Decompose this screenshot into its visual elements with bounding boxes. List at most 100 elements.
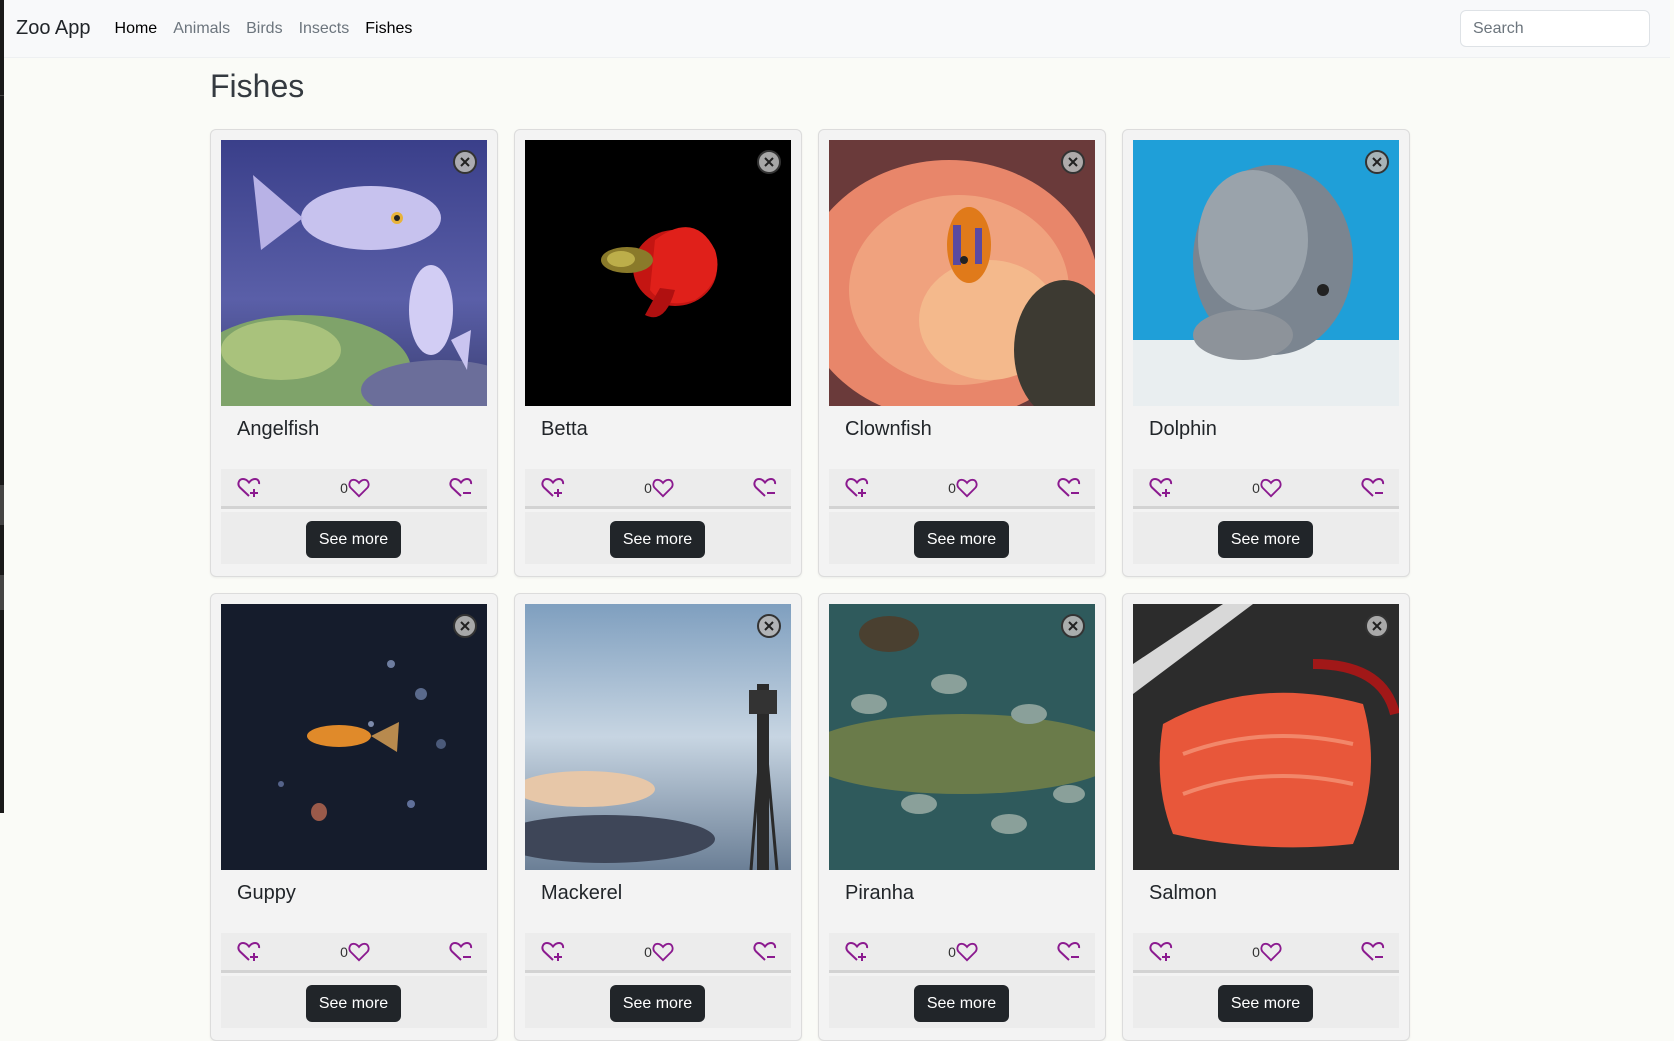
- like-remove-button[interactable]: [1057, 477, 1081, 499]
- clownfish-photo: [829, 140, 1095, 406]
- remove-card-button[interactable]: [757, 614, 781, 638]
- like-add-button[interactable]: [541, 477, 565, 499]
- heart-minus-icon: [1057, 477, 1081, 497]
- heart-plus-icon: [237, 941, 261, 961]
- like-count: 0: [644, 943, 652, 960]
- remove-card-button[interactable]: [453, 150, 477, 174]
- close-circle-icon: [1068, 621, 1078, 631]
- animal-card: Angelfish 0 See more: [210, 129, 498, 577]
- card-title: Piranha: [845, 882, 914, 904]
- like-add-button[interactable]: [541, 941, 565, 963]
- card-title: Guppy: [237, 882, 296, 904]
- see-more-button[interactable]: See more: [306, 985, 401, 1022]
- window-edge: [0, 0, 4, 813]
- animal-card: Clownfish 0 See more: [818, 129, 1106, 577]
- nav-home[interactable]: Home: [115, 20, 158, 38]
- nav-animals[interactable]: Animals: [173, 20, 230, 38]
- nav-birds[interactable]: Birds: [246, 20, 282, 38]
- animal-card: Dolphin 0 See more: [1122, 129, 1410, 577]
- remove-card-button[interactable]: [453, 614, 477, 638]
- like-counter: 0: [948, 478, 978, 498]
- like-add-button[interactable]: [237, 941, 261, 963]
- heart-plus-icon: [845, 941, 869, 961]
- close-circle-icon: [1068, 157, 1078, 167]
- like-add-button[interactable]: [1149, 941, 1173, 963]
- like-remove-button[interactable]: [449, 941, 473, 963]
- like-bar: 0: [221, 469, 487, 509]
- card-title: Angelfish: [237, 418, 320, 440]
- like-count: 0: [340, 943, 348, 960]
- remove-card-button[interactable]: [757, 150, 781, 174]
- nav-insects[interactable]: Insects: [299, 20, 350, 38]
- like-count: 0: [1252, 943, 1260, 960]
- animal-card: Salmon 0 See more: [1122, 593, 1410, 1041]
- heart-icon: [652, 942, 674, 961]
- like-bar: 0: [829, 933, 1095, 973]
- animal-card: Guppy 0 See more: [210, 593, 498, 1041]
- like-add-button[interactable]: [1149, 477, 1173, 499]
- like-bar: 0: [525, 469, 791, 509]
- piranha-photo: [829, 604, 1095, 870]
- card-footer: See more: [1133, 512, 1399, 564]
- like-bar: 0: [829, 469, 1095, 509]
- heart-icon: [1260, 478, 1282, 497]
- search-input[interactable]: [1460, 10, 1650, 47]
- like-counter: 0: [340, 478, 370, 498]
- like-remove-button[interactable]: [753, 941, 777, 963]
- like-add-button[interactable]: [845, 941, 869, 963]
- app-brand[interactable]: Zoo App: [16, 17, 91, 40]
- see-more-button[interactable]: See more: [914, 521, 1009, 558]
- animal-card: Betta 0 See more: [514, 129, 802, 577]
- guppy-photo: [221, 604, 487, 870]
- like-remove-button[interactable]: [1057, 941, 1081, 963]
- heart-minus-icon: [449, 941, 473, 961]
- remove-card-button[interactable]: [1365, 614, 1389, 638]
- like-counter: 0: [1252, 478, 1282, 498]
- remove-card-button[interactable]: [1061, 150, 1085, 174]
- like-bar: 0: [1133, 469, 1399, 509]
- like-counter: 0: [340, 942, 370, 962]
- like-bar: 0: [1133, 933, 1399, 973]
- card-footer: See more: [829, 512, 1095, 564]
- betta-photo: [525, 140, 791, 406]
- animal-card: Mackerel 0 See more: [514, 593, 802, 1041]
- see-more-button[interactable]: See more: [1218, 985, 1313, 1022]
- see-more-button[interactable]: See more: [306, 521, 401, 558]
- heart-icon: [956, 478, 978, 497]
- heart-minus-icon: [449, 477, 473, 497]
- like-count: 0: [340, 479, 348, 496]
- heart-plus-icon: [1149, 941, 1173, 961]
- nav-fishes[interactable]: Fishes: [365, 20, 412, 38]
- like-remove-button[interactable]: [753, 477, 777, 499]
- like-bar: 0: [221, 933, 487, 973]
- see-more-button[interactable]: See more: [914, 985, 1009, 1022]
- remove-card-button[interactable]: [1061, 614, 1085, 638]
- heart-minus-icon: [1361, 941, 1385, 961]
- like-bar: 0: [525, 933, 791, 973]
- like-add-button[interactable]: [237, 477, 261, 499]
- heart-icon: [652, 478, 674, 497]
- close-circle-icon: [1372, 621, 1382, 631]
- card-title: Dolphin: [1149, 418, 1217, 440]
- dolphin-photo: [1133, 140, 1399, 406]
- card-title: Salmon: [1149, 882, 1217, 904]
- like-remove-button[interactable]: [1361, 941, 1385, 963]
- card-title: Clownfish: [845, 418, 932, 440]
- close-circle-icon: [460, 157, 470, 167]
- salmon-photo: [1133, 604, 1399, 870]
- remove-card-button[interactable]: [1365, 150, 1389, 174]
- like-count: 0: [948, 479, 956, 496]
- see-more-button[interactable]: See more: [1218, 521, 1313, 558]
- see-more-button[interactable]: See more: [610, 985, 705, 1022]
- like-counter: 0: [644, 478, 674, 498]
- heart-minus-icon: [1361, 477, 1385, 497]
- card-footer: See more: [221, 512, 487, 564]
- heart-plus-icon: [541, 941, 565, 961]
- see-more-button[interactable]: See more: [610, 521, 705, 558]
- card-footer: See more: [829, 976, 1095, 1028]
- heart-icon: [348, 478, 370, 497]
- like-remove-button[interactable]: [449, 477, 473, 499]
- heart-plus-icon: [845, 477, 869, 497]
- like-add-button[interactable]: [845, 477, 869, 499]
- like-remove-button[interactable]: [1361, 477, 1385, 499]
